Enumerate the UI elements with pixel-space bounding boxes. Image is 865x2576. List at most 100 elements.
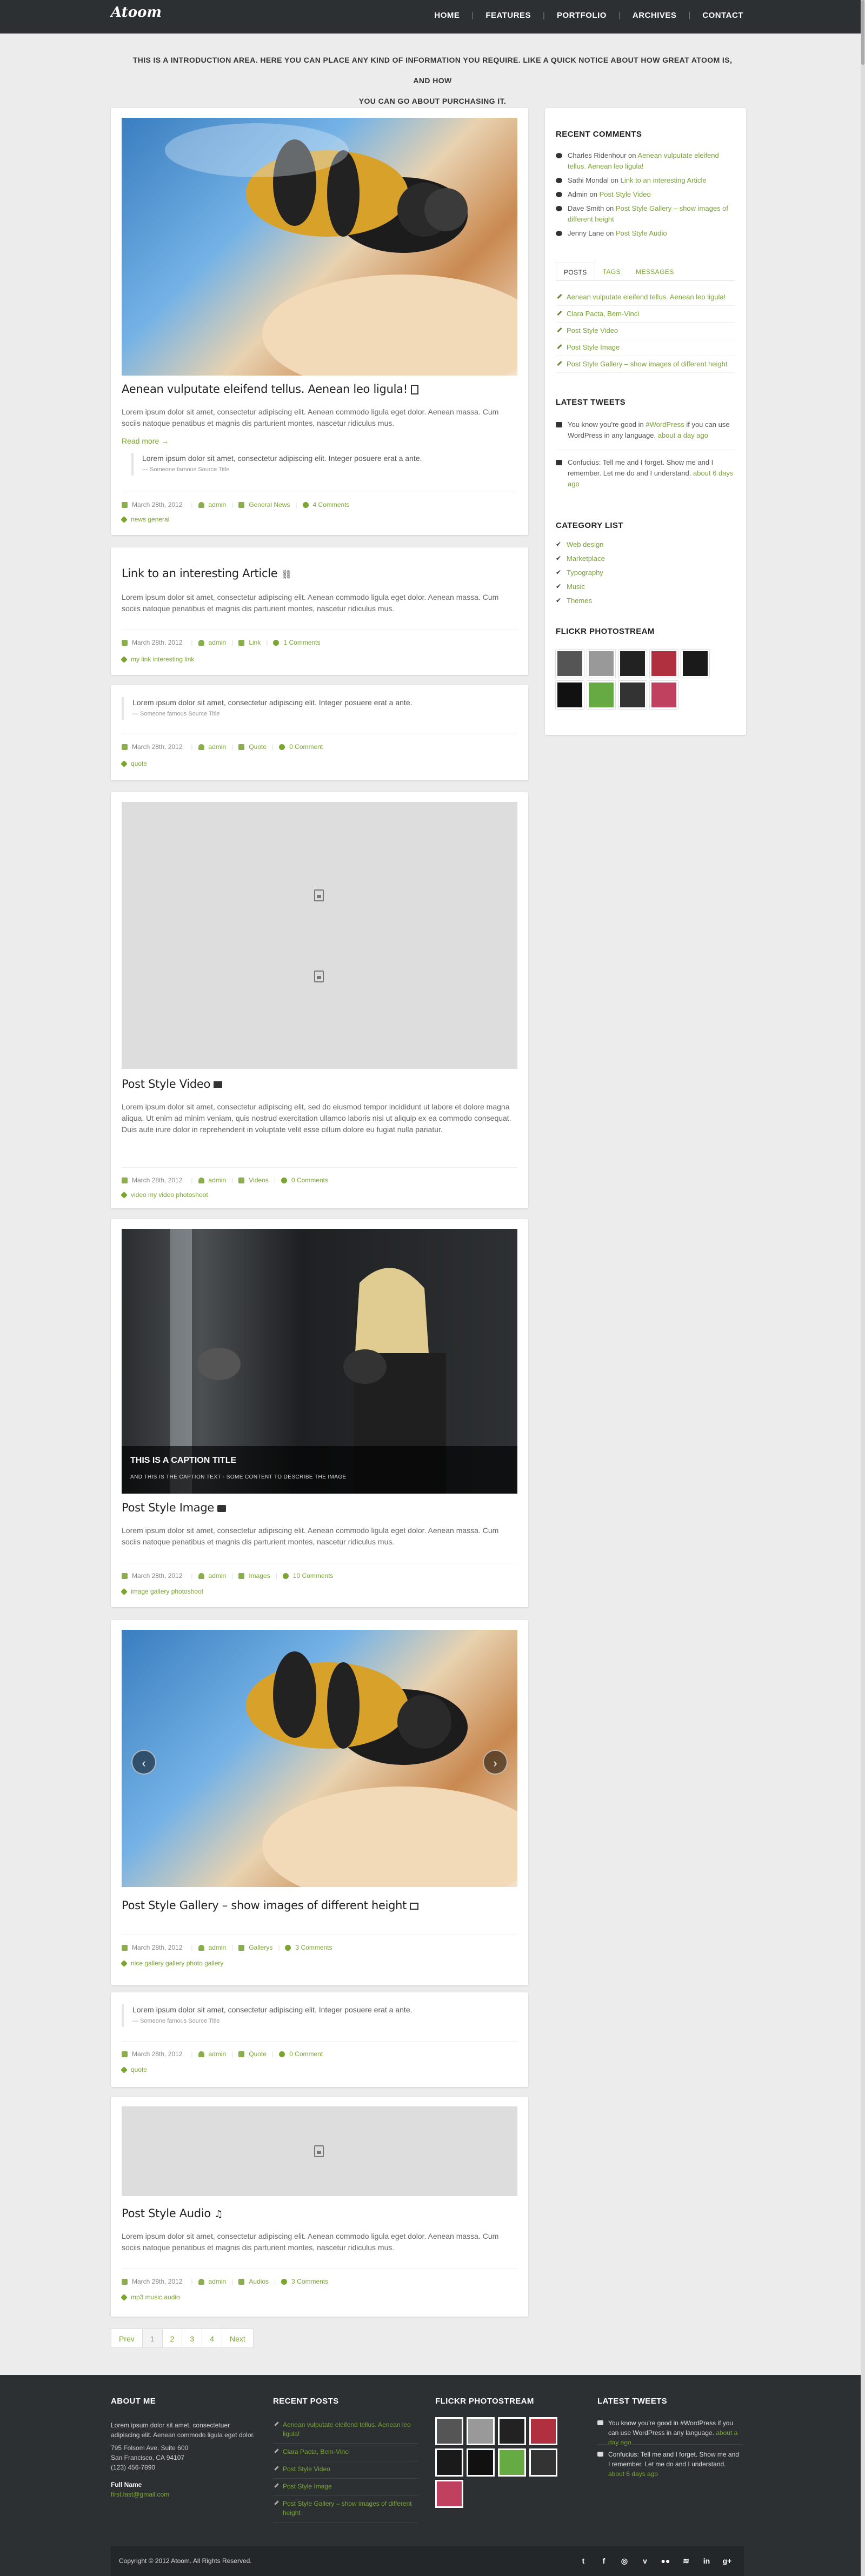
audio-embed[interactable] (122, 2106, 517, 2196)
nav-portfolio[interactable]: PORTFOLIO (557, 11, 607, 20)
pagination-page-2[interactable]: 2 (162, 2329, 183, 2348)
footer-flickr-thumbnail[interactable] (467, 2417, 495, 2445)
tab-post-item[interactable]: Post Style Image (556, 339, 735, 356)
post-comments[interactable]: 4 Comments (313, 501, 350, 508)
post-category[interactable]: Videos (249, 1176, 268, 1184)
post-title[interactable]: Post Style Audio ♫ (122, 2207, 223, 2220)
flickr-thumbnail[interactable] (556, 681, 584, 709)
read-more-link[interactable]: Read more → (122, 437, 169, 445)
tab-post-item[interactable]: Post Style Gallery – show images of diff… (556, 356, 735, 373)
tag-link[interactable]: nice gallery gallery photo gallery (131, 1959, 223, 1967)
post-category[interactable]: Link (249, 639, 261, 646)
footer-flickr-thumbnail[interactable] (435, 2480, 463, 2508)
category-item[interactable]: Music (556, 583, 585, 591)
post-author[interactable]: admin (209, 2278, 227, 2285)
post-featured-image[interactable] (122, 118, 517, 376)
tag-link[interactable]: mp3 music audio (131, 2293, 180, 2301)
nav-archives[interactable]: ARCHIVES (633, 11, 677, 20)
flickr-thumbnail[interactable] (618, 650, 647, 678)
pagination-prev[interactable]: Prev (111, 2329, 143, 2348)
post-comments[interactable]: 3 Comments (291, 2278, 328, 2285)
nav-home[interactable]: HOME (434, 11, 460, 20)
tag-link[interactable]: news general (131, 516, 169, 523)
category-item[interactable]: Web design (556, 540, 603, 548)
tag-link[interactable]: my link interesting link (131, 655, 194, 663)
tab-post-item[interactable]: Aenean vulputate eleifend tellus. Aenean… (556, 289, 735, 306)
google-plus-icon[interactable]: g+ (721, 2555, 733, 2567)
post-comments[interactable]: 10 Comments (293, 1572, 334, 1580)
post-author[interactable]: admin (209, 501, 227, 508)
post-featured-image[interactable]: THIS IS A CAPTION TITLE AND THIS IS THE … (122, 1229, 517, 1494)
pagination-page-1[interactable]: 1 (142, 2329, 163, 2348)
post-category[interactable]: Quote (249, 2050, 267, 2058)
comment-post-link[interactable]: Link to an interesting Article (621, 176, 707, 184)
category-item[interactable]: Marketplace (556, 554, 605, 563)
post-category[interactable]: Audios (249, 2278, 269, 2285)
dribbble-icon[interactable]: ◎ (618, 2555, 630, 2567)
post-author[interactable]: admin (209, 639, 227, 646)
pagination-page-3[interactable]: 3 (182, 2329, 203, 2348)
gallery-slider[interactable]: ‹ › (122, 1630, 517, 1887)
pagination-next[interactable]: Next (221, 2329, 254, 2348)
pagination-page-4[interactable]: 4 (202, 2329, 222, 2348)
scrollbar-thumb[interactable] (861, 0, 864, 65)
post-comments[interactable]: 1 Comments (283, 639, 320, 646)
nav-contact[interactable]: CONTACT (702, 11, 743, 20)
comment-post-link[interactable]: Post Style Video (600, 190, 651, 198)
footer-flickr-thumbnail[interactable] (498, 2417, 526, 2445)
post-title[interactable]: Post Style Video (122, 1078, 223, 1090)
post-category[interactable]: Images (249, 1572, 270, 1580)
post-author[interactable]: admin (209, 2050, 227, 2058)
footer-flickr-thumbnail[interactable] (498, 2448, 526, 2477)
footer-tweet-time[interactable]: about 6 days ago (608, 2470, 658, 2478)
tag-link[interactable]: quote (131, 2066, 147, 2073)
post-category[interactable]: Gallerys (249, 1944, 272, 1951)
tag-link[interactable]: image gallery photoshoot (131, 1588, 203, 1595)
post-comments[interactable]: 3 Comments (295, 1944, 332, 1951)
footer-flickr-thumbnail[interactable] (529, 2448, 557, 2477)
footer-recent-post[interactable]: Aenean vulputate eleifend tellus. Aenean… (273, 2417, 418, 2444)
footer-flickr-thumbnail[interactable] (435, 2417, 463, 2445)
flickr-thumbnail[interactable] (587, 681, 615, 709)
footer-recent-post[interactable]: Post Style Image (273, 2479, 418, 2496)
rss-icon[interactable]: ≋ (680, 2555, 692, 2567)
post-comments[interactable]: 0 Comment (289, 2050, 323, 2058)
post-title[interactable]: Post Style Image (122, 1501, 227, 1514)
post-author[interactable]: admin (209, 1176, 227, 1184)
flickr-thumbnail[interactable] (587, 650, 615, 678)
linkedin-icon[interactable]: in (701, 2555, 713, 2567)
footer-flickr-thumbnail[interactable] (529, 2417, 557, 2445)
footer-recent-post[interactable]: Post Style Video (273, 2461, 418, 2479)
post-category[interactable]: Quote (249, 743, 267, 751)
post-title[interactable]: Post Style Gallery – show images of diff… (122, 1899, 419, 1912)
post-author[interactable]: admin (209, 1572, 227, 1580)
flickr-thumbnail[interactable] (681, 650, 709, 678)
footer-flickr-thumbnail[interactable] (467, 2448, 495, 2477)
post-category[interactable]: General News (249, 501, 290, 508)
tab-post-item[interactable]: Clara Pacta, Bem-Vinci (556, 305, 735, 323)
comment-post-link[interactable]: Post Style Audio (616, 229, 667, 237)
nav-features[interactable]: FEATURES (485, 11, 531, 20)
flickr-thumbnail[interactable] (556, 650, 584, 678)
post-comments[interactable]: 0 Comment (289, 743, 323, 751)
footer-recent-post[interactable]: Clara Pacta, Bem-Vinci (273, 2444, 418, 2461)
gallery-next-arrow[interactable]: › (483, 1750, 508, 1775)
tab-post-item[interactable]: Post Style Video (556, 322, 735, 339)
footer-recent-post[interactable]: Post Style Gallery – show images of diff… (273, 2496, 418, 2523)
email-link[interactable]: first.last@gmail.com (111, 2491, 169, 2498)
tab-messages[interactable]: MESSAGES (628, 263, 682, 280)
flickr-icon[interactable]: ●● (660, 2555, 671, 2567)
category-item[interactable]: Typography (556, 568, 603, 577)
scrollbar[interactable] (861, 0, 865, 2576)
site-logo[interactable]: Atoom (111, 4, 162, 21)
flickr-thumbnail[interactable] (650, 681, 678, 709)
post-author[interactable]: admin (209, 1944, 227, 1951)
twitter-icon[interactable]: t (577, 2555, 589, 2567)
flickr-thumbnail[interactable] (650, 650, 678, 678)
footer-flickr-thumbnail[interactable] (435, 2448, 463, 2477)
tweet-time[interactable]: about a day ago (658, 431, 708, 439)
vimeo-icon[interactable]: v (639, 2555, 651, 2567)
flickr-thumbnail[interactable] (618, 681, 647, 709)
gallery-prev-arrow[interactable]: ‹ (131, 1750, 156, 1775)
post-comments[interactable]: 0 Comments (291, 1176, 328, 1184)
